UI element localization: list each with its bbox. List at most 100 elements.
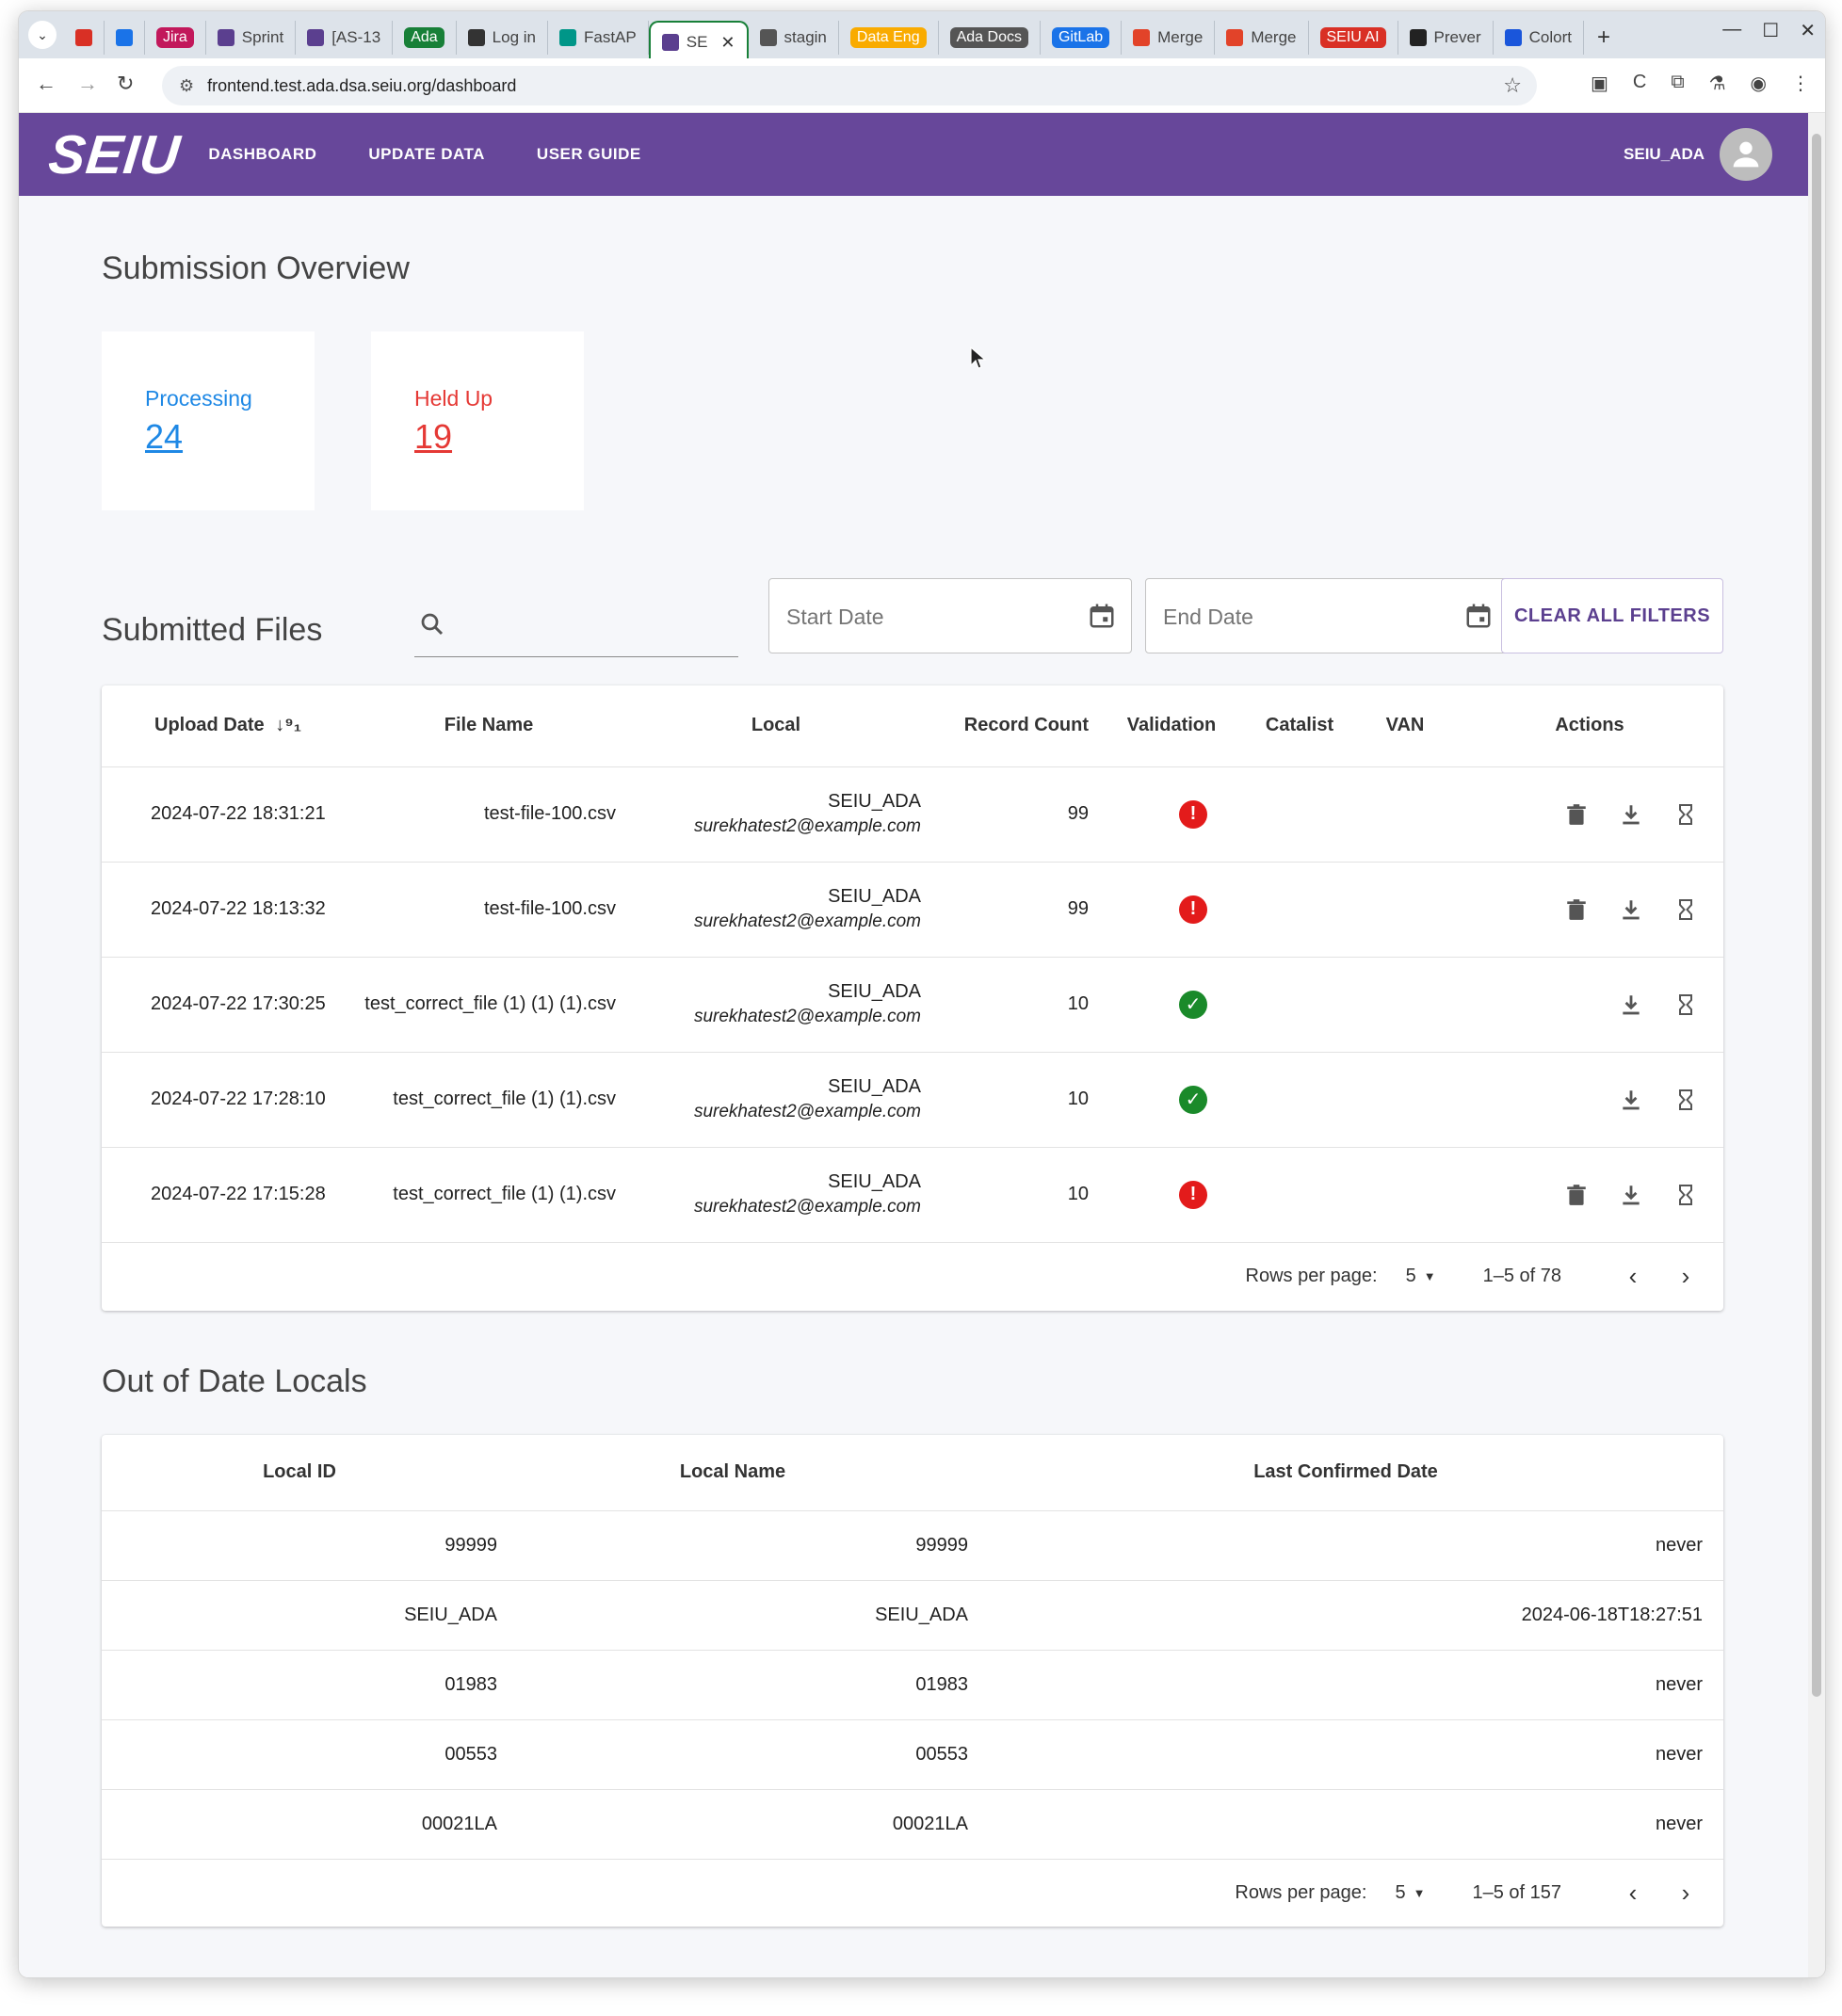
sort-descending-icon[interactable]: ↓⁹₁ [275, 715, 301, 735]
preview-icon [1409, 29, 1427, 46]
local-id-cell: 01983 [102, 1650, 497, 1720]
pagination-range: 1–5 of 78 [1482, 1266, 1561, 1286]
seiu-logo[interactable]: SEIU [45, 123, 184, 186]
table-row: SEIU_ADA SEIU_ADA 2024-06-18T18:27:51 [102, 1580, 1723, 1651]
local-name: SEIU_ADA [828, 886, 921, 907]
download-icon[interactable] [1618, 1182, 1644, 1208]
browser-tab[interactable]: Jira [145, 21, 206, 55]
next-page-button[interactable]: › [1667, 1258, 1705, 1296]
browser-tab[interactable]: SE ✕ [648, 21, 749, 62]
seiu-s-icon [307, 29, 325, 46]
profile-icon[interactable]: ◉ [1751, 72, 1767, 95]
user-menu[interactable]: SEIU_ADA [1624, 128, 1772, 181]
browser-tab[interactable]: Log in [457, 21, 548, 55]
delete-icon[interactable] [1563, 896, 1590, 923]
back-icon[interactable]: ← [36, 72, 57, 96]
row-actions [1456, 1087, 1723, 1113]
processing-count-link[interactable]: 24 [145, 417, 183, 457]
record-count-cell: 10 [929, 1147, 1098, 1243]
minimize-icon[interactable]: — [1722, 19, 1741, 42]
browser-tab[interactable]: SEIU AI [1309, 21, 1398, 55]
scrollbar-thumb[interactable] [1812, 134, 1821, 1697]
last-confirmed-date-cell: never [968, 1719, 1723, 1790]
submission-overview-title: Submission Overview [102, 250, 410, 286]
start-date-input[interactable] [786, 596, 1069, 637]
page-scrollbar[interactable] [1808, 113, 1825, 1977]
col-validation: Validation [1098, 685, 1245, 767]
maximize-icon[interactable]: ☐ [1762, 19, 1779, 42]
hourglass-icon[interactable] [1672, 1087, 1699, 1113]
close-tab-icon[interactable]: ✕ [720, 33, 735, 53]
site-info-icon[interactable]: ⚙ [179, 76, 194, 96]
browser-tab[interactable]: Sprint [206, 21, 297, 55]
validation-cell: ✓ [1098, 957, 1245, 1053]
address-bar[interactable]: ⚙ frontend.test.ada.dsa.seiu.org/dashboa… [162, 66, 1537, 105]
browser-tab[interactable]: [AS-13 [296, 21, 394, 55]
hourglass-icon[interactable] [1672, 1182, 1699, 1208]
calendar-icon[interactable] [1464, 602, 1493, 630]
delete-icon[interactable] [1563, 1182, 1590, 1208]
download-icon[interactable] [1618, 896, 1644, 923]
end-date-input[interactable] [1163, 596, 1446, 637]
download-icon[interactable] [1618, 1087, 1644, 1113]
browser-tab[interactable] [105, 21, 145, 55]
out-of-date-locals-table: Local ID Local Name Last Confirmed Date … [102, 1435, 1723, 1860]
nav-user-guide[interactable]: USER GUIDE [537, 145, 641, 164]
browser-tab[interactable]: Colort [1494, 21, 1584, 55]
hourglass-icon[interactable] [1672, 992, 1699, 1018]
browser-tab[interactable]: stagin [749, 21, 839, 55]
actions-cell [1456, 766, 1723, 863]
error-circle-icon: ! [1179, 1180, 1207, 1209]
forward-icon[interactable]: → [77, 72, 98, 96]
hourglass-icon[interactable] [1672, 896, 1699, 923]
browser-tab[interactable]: GitLab [1041, 21, 1123, 55]
browser-tab[interactable]: FastAP [548, 21, 649, 55]
nav-dashboard[interactable]: DASHBOARD [208, 145, 316, 164]
gitlab-icon [1226, 29, 1244, 46]
hourglass-icon[interactable] [1672, 801, 1699, 828]
error-circle-icon: ! [1179, 895, 1207, 924]
rows-per-page-select[interactable]: 5 ▼ [1406, 1266, 1436, 1287]
table-header-row: Local ID Local Name Last Confirmed Date [102, 1435, 1723, 1511]
tab-label: FastAP [583, 28, 637, 46]
browser-tab[interactable] [64, 21, 105, 55]
calendar-icon[interactable] [1088, 602, 1116, 630]
held-up-count-link[interactable]: 19 [414, 417, 452, 457]
previous-page-button[interactable]: ‹ [1614, 1875, 1652, 1912]
browser-tab[interactable]: Prever [1398, 21, 1494, 55]
next-page-button[interactable]: › [1667, 1875, 1705, 1912]
new-tab-button[interactable]: + [1584, 24, 1624, 51]
upload-date-cell: 2024-07-22 17:28:10 [102, 1052, 354, 1148]
clear-all-filters-button[interactable]: CLEAR ALL FILTERS [1501, 578, 1723, 653]
catalist-cell [1245, 1052, 1354, 1148]
extension-icon[interactable]: ▣ [1591, 72, 1608, 95]
user-name: SEIU_ADA [1624, 145, 1705, 163]
close-window-icon[interactable]: ✕ [1800, 19, 1816, 42]
browser-tab[interactable]: Ada [393, 21, 457, 55]
extension-icon[interactable]: C [1633, 72, 1646, 95]
submitted-files-title: Submitted Files [102, 612, 323, 648]
dropdown-arrow-icon: ▼ [1413, 1886, 1426, 1900]
download-icon[interactable] [1618, 801, 1644, 828]
tab-label: SE [686, 33, 708, 51]
reload-icon[interactable]: ↻ [117, 72, 134, 96]
browser-menu-icon[interactable]: ⋮ [1791, 72, 1810, 95]
col-upload-date[interactable]: Upload Date ↓⁹₁ [102, 685, 354, 767]
extensions-puzzle-icon[interactable]: ⧉ [1671, 72, 1684, 95]
files-pagination: Rows per page: 5 ▼ 1–5 of 78 ‹ › [102, 1243, 1723, 1311]
browser-tab[interactable]: Ada Docs [939, 21, 1041, 55]
labs-flask-icon[interactable]: ⚗ [1709, 72, 1726, 95]
browser-tab[interactable]: Data Eng [839, 21, 939, 55]
search-input[interactable] [461, 605, 725, 642]
rows-per-page-select[interactable]: 5 ▼ [1395, 1882, 1425, 1904]
nav-update-data[interactable]: UPDATE DATA [368, 145, 485, 164]
local-name-cell: 00021LA [497, 1789, 968, 1860]
browser-tab[interactable]: Merge [1215, 21, 1309, 55]
delete-icon[interactable] [1563, 801, 1590, 828]
bookmark-star-icon[interactable]: ☆ [1503, 73, 1522, 98]
tab-search-button[interactable]: ⌄ [28, 21, 57, 49]
avatar[interactable] [1720, 128, 1772, 181]
previous-page-button[interactable]: ‹ [1614, 1258, 1652, 1296]
download-icon[interactable] [1618, 992, 1644, 1018]
browser-tab[interactable]: Merge [1122, 21, 1216, 55]
